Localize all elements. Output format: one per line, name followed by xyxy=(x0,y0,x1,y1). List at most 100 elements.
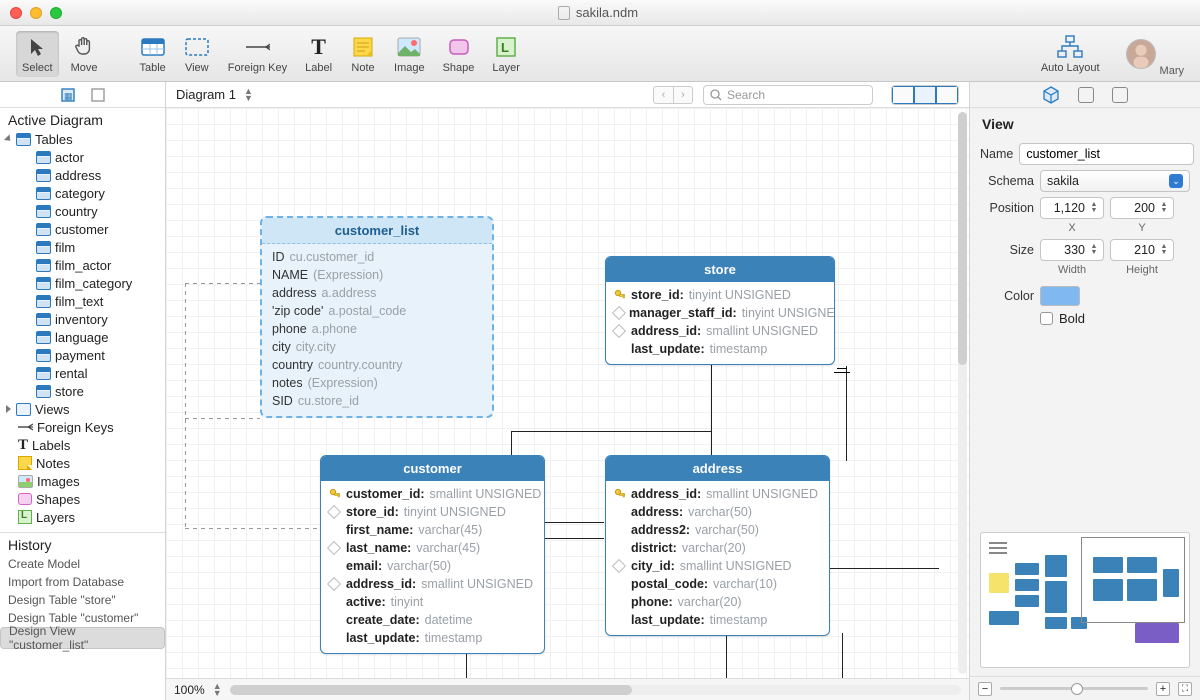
tree-table-inventory[interactable]: inventory xyxy=(2,310,165,328)
color-swatch[interactable] xyxy=(1040,286,1080,306)
tree-labels[interactable]: TLabels xyxy=(2,436,165,454)
column-row[interactable]: manager_staff_id: tinyint UNSIGNED xyxy=(606,304,834,322)
column-row[interactable]: phone: varchar(20) xyxy=(606,593,829,611)
zoom-out-button[interactable]: − xyxy=(978,682,992,696)
stepper-icon[interactable]: ▲▼ xyxy=(1158,244,1170,256)
zoom-slider[interactable] xyxy=(1000,687,1148,690)
tree-tables[interactable]: Tables xyxy=(2,130,165,148)
bold-checkbox[interactable] xyxy=(1040,312,1053,325)
zoom-fit-button[interactable]: ⛶ xyxy=(1178,682,1192,696)
schema-select[interactable]: sakila⌄ xyxy=(1040,170,1190,192)
tool-move[interactable]: Move xyxy=(65,31,104,77)
tree-table-film_text[interactable]: film_text xyxy=(2,292,165,310)
column-row[interactable]: district: varchar(20) xyxy=(606,539,829,557)
position-x-field[interactable]: 1,120▲▼ xyxy=(1040,197,1104,219)
column-row[interactable]: postal_code: varchar(10) xyxy=(606,575,829,593)
tree-table-customer[interactable]: customer xyxy=(2,220,165,238)
tree-images[interactable]: Images xyxy=(2,472,165,490)
position-y-field[interactable]: 200▲▼ xyxy=(1110,197,1174,219)
zoom-in-button[interactable]: + xyxy=(1156,682,1170,696)
layout-mode-1[interactable] xyxy=(892,86,914,104)
history-item[interactable]: Create Model xyxy=(0,555,165,573)
column-row[interactable]: city_id: smallint UNSIGNED xyxy=(606,557,829,575)
column-row[interactable]: citycity.city xyxy=(262,338,492,356)
close-icon[interactable] xyxy=(10,7,22,19)
diagram-selector[interactable]: Diagram 1 ▲▼ xyxy=(176,87,253,102)
inspector-tab-object-icon[interactable] xyxy=(1042,86,1060,104)
tool-shape[interactable]: Shape xyxy=(437,31,481,77)
tool-image[interactable]: Image xyxy=(388,31,431,77)
search-input[interactable]: Search xyxy=(703,85,873,105)
canvas[interactable]: customer_list IDcu.customer_idNAME(Expre… xyxy=(166,108,969,678)
tree-table-actor[interactable]: actor xyxy=(2,148,165,166)
entity-customer[interactable]: customer customer_id: smallint UNSIGNEDs… xyxy=(320,455,545,654)
stepper-icon[interactable]: ▲▼ xyxy=(1158,202,1170,214)
tree-table-country[interactable]: country xyxy=(2,202,165,220)
column-row[interactable]: address: varchar(50) xyxy=(606,503,829,521)
column-row[interactable]: store_id: tinyint UNSIGNED xyxy=(606,286,834,304)
column-row[interactable]: customer_id: smallint UNSIGNED xyxy=(321,485,544,503)
tree-foreign-keys[interactable]: Foreign Keys xyxy=(2,418,165,436)
layout-mode-3[interactable] xyxy=(936,86,958,104)
column-row[interactable]: notes(Expression) xyxy=(262,374,492,392)
column-row[interactable]: address_id: smallint UNSIGNED xyxy=(606,485,829,503)
minimap[interactable] xyxy=(980,532,1190,668)
nav-back-button[interactable]: ‹ xyxy=(653,86,673,104)
tree-notes[interactable]: Notes xyxy=(2,454,165,472)
entity-customer-list[interactable]: customer_list IDcu.customer_idNAME(Expre… xyxy=(260,216,494,418)
zoom-icon[interactable] xyxy=(50,7,62,19)
zoom-stepper[interactable]: ▲▼ xyxy=(213,683,222,697)
column-row[interactable]: countrycountry.country xyxy=(262,356,492,374)
column-row[interactable]: create_date: datetime xyxy=(321,611,544,629)
size-height-field[interactable]: 210▲▼ xyxy=(1110,239,1174,261)
stepper-icon[interactable]: ▲▼ xyxy=(1088,202,1100,214)
inspector-tab-2-icon[interactable] xyxy=(1078,87,1094,103)
layout-mode-2[interactable] xyxy=(914,86,936,104)
tree-table-rental[interactable]: rental xyxy=(2,364,165,382)
stepper-icon[interactable]: ▲▼ xyxy=(1088,244,1100,256)
name-field[interactable] xyxy=(1019,143,1194,165)
inspector-tab-3-icon[interactable] xyxy=(1112,87,1128,103)
tree-views[interactable]: Views xyxy=(2,400,165,418)
entity-address[interactable]: address address_id: smallint UNSIGNEDadd… xyxy=(605,455,830,636)
column-row[interactable]: email: varchar(50) xyxy=(321,557,544,575)
diagram-tab-icon[interactable] xyxy=(90,87,106,103)
history-item[interactable]: Design View "customer_list" xyxy=(0,627,165,649)
tree-table-language[interactable]: language xyxy=(2,328,165,346)
minimize-icon[interactable] xyxy=(30,7,42,19)
column-row[interactable]: address_id: smallint UNSIGNED xyxy=(606,322,834,340)
column-row[interactable]: SIDcu.store_id xyxy=(262,392,492,410)
column-row[interactable]: active: tinyint xyxy=(321,593,544,611)
tool-view[interactable]: View xyxy=(178,31,216,77)
column-row[interactable]: last_name: varchar(45) xyxy=(321,539,544,557)
tree-table-film_category[interactable]: film_category xyxy=(2,274,165,292)
tool-auto-layout[interactable]: Auto Layout xyxy=(1035,31,1106,77)
column-row[interactable]: first_name: varchar(45) xyxy=(321,521,544,539)
tool-table[interactable]: Table xyxy=(133,31,171,77)
vertical-scrollbar[interactable] xyxy=(958,112,967,674)
tool-select[interactable]: Select xyxy=(16,31,59,77)
column-row[interactable]: addressa.address xyxy=(262,284,492,302)
column-row[interactable]: last_update: timestamp xyxy=(321,629,544,647)
tree-layers[interactable]: Layers xyxy=(2,508,165,526)
size-width-field[interactable]: 330▲▼ xyxy=(1040,239,1104,261)
tree-table-film_actor[interactable]: film_actor xyxy=(2,256,165,274)
column-row[interactable]: phonea.phone xyxy=(262,320,492,338)
tree-shapes[interactable]: Shapes xyxy=(2,490,165,508)
tree-table-payment[interactable]: payment xyxy=(2,346,165,364)
column-row[interactable]: address_id: smallint UNSIGNED xyxy=(321,575,544,593)
column-row[interactable]: last_update: timestamp xyxy=(606,340,834,358)
tool-layer[interactable]: L Layer xyxy=(486,31,526,77)
tree-table-film[interactable]: film xyxy=(2,238,165,256)
nav-forward-button[interactable]: › xyxy=(673,86,693,104)
tool-note[interactable]: Note xyxy=(344,31,382,77)
zoom-level[interactable]: 100% xyxy=(174,683,205,697)
column-row[interactable]: last_update: timestamp xyxy=(606,611,829,629)
column-row[interactable]: NAME(Expression) xyxy=(262,266,492,284)
history-item[interactable]: Design Table "store" xyxy=(0,591,165,609)
tool-foreign-key[interactable]: Foreign Key xyxy=(222,31,293,77)
tree-table-category[interactable]: category xyxy=(2,184,165,202)
model-tab-icon[interactable]: ▦ xyxy=(60,87,76,103)
column-row[interactable]: store_id: tinyint UNSIGNED xyxy=(321,503,544,521)
tree-table-address[interactable]: address xyxy=(2,166,165,184)
